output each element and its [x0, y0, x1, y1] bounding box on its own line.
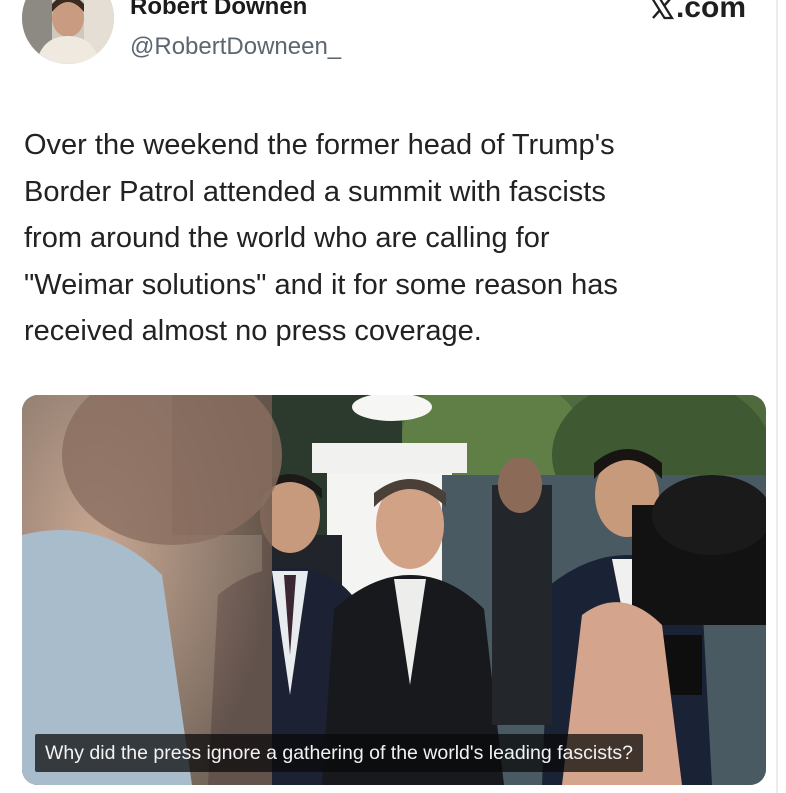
- media-photo: [22, 395, 766, 785]
- media-caption: Why did the press ignore a gathering of …: [35, 734, 643, 772]
- source-domain: .com: [675, 0, 746, 24]
- avatar[interactable]: [22, 0, 114, 64]
- source-label: .com: [650, 0, 746, 24]
- tweet-media[interactable]: Why did the press ignore a gathering of …: [22, 395, 766, 785]
- author-handle[interactable]: @RobertDowneen_: [130, 33, 341, 61]
- author-display-name[interactable]: Robert Downen: [130, 0, 307, 21]
- avatar-image: [22, 0, 114, 64]
- x-logo-icon: [651, 0, 674, 20]
- tweet-card: Robert Downen @RobertDowneen_ .com Over …: [0, 0, 786, 793]
- divider: [776, 0, 778, 793]
- tweet-text: Over the weekend the former head of Trum…: [24, 129, 618, 347]
